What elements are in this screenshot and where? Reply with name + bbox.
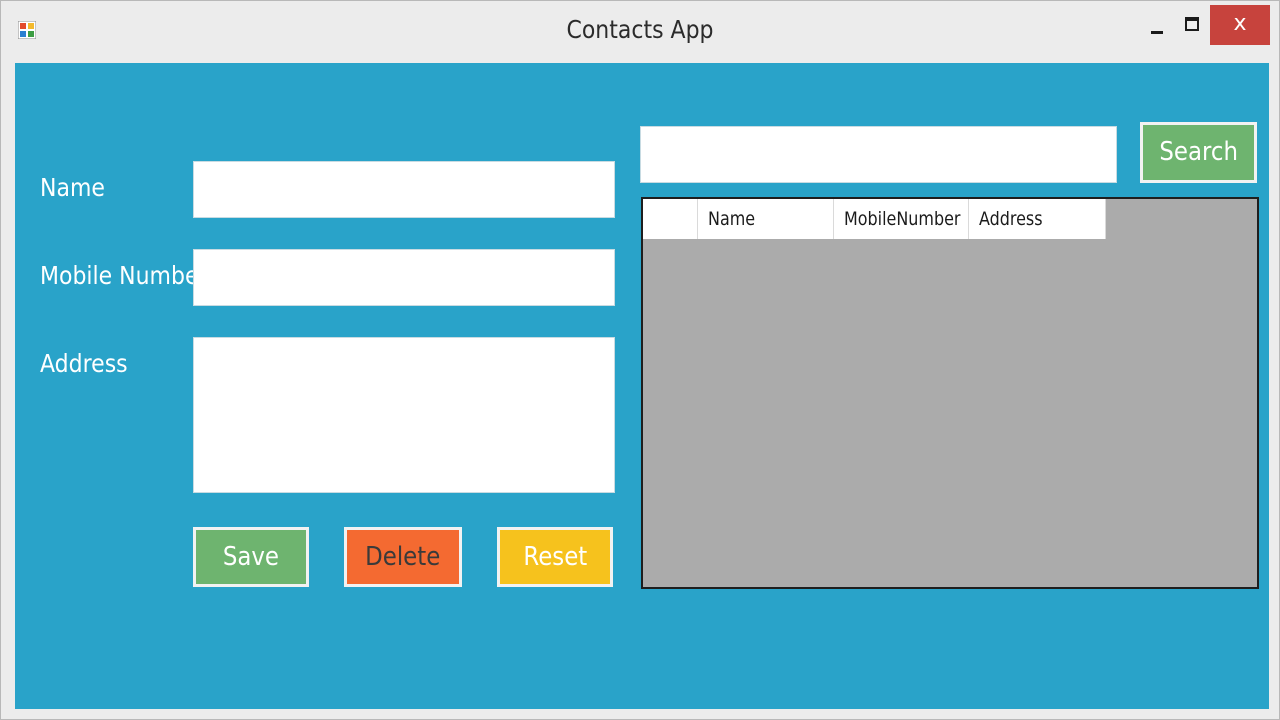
delete-button[interactable]: Delete [344,527,462,587]
close-icon: x [1233,11,1247,36]
address-label: Address [40,349,128,378]
search-button[interactable]: Search [1140,122,1257,183]
contacts-grid[interactable]: Name MobileNumber Address [641,197,1259,589]
grid-row-header-corner[interactable] [643,199,698,239]
search-input[interactable] [640,126,1117,183]
minimize-button[interactable] [1141,5,1173,45]
grid-column-address[interactable]: Address [969,199,1106,239]
reset-button[interactable]: Reset [497,527,613,587]
grid-column-name-label: Name [708,208,756,230]
grid-column-name[interactable]: Name [698,199,834,239]
address-input[interactable] [193,337,615,493]
grid-column-mobilenumber[interactable]: MobileNumber [834,199,969,239]
contacts-app-window: Contacts App x Name Mobile Number Addres… [0,0,1280,720]
mobile-number-input[interactable] [193,249,615,306]
name-label: Name [40,173,105,202]
reset-button-label: Reset [523,542,587,572]
window-title: Contacts App [566,15,714,44]
save-button-label: Save [222,542,280,572]
search-button-label: Search [1159,137,1238,167]
grid-column-mobilenumber-label: MobileNumber [844,208,961,230]
mobile-number-label: Mobile Number [40,261,208,290]
app-icon [18,21,36,39]
minimize-icon [1151,31,1163,34]
grid-header-row: Name MobileNumber Address [643,199,1106,239]
maximize-icon [1185,17,1199,31]
title-bar[interactable]: Contacts App x [1,1,1279,63]
close-button[interactable]: x [1210,5,1270,45]
client-area: Name Mobile Number Address Save Delete R… [15,63,1269,709]
delete-button-label: Delete [365,542,441,572]
maximize-button[interactable] [1177,5,1207,45]
name-input[interactable] [193,161,615,218]
grid-column-address-label: Address [979,208,1043,230]
save-button[interactable]: Save [193,527,309,587]
